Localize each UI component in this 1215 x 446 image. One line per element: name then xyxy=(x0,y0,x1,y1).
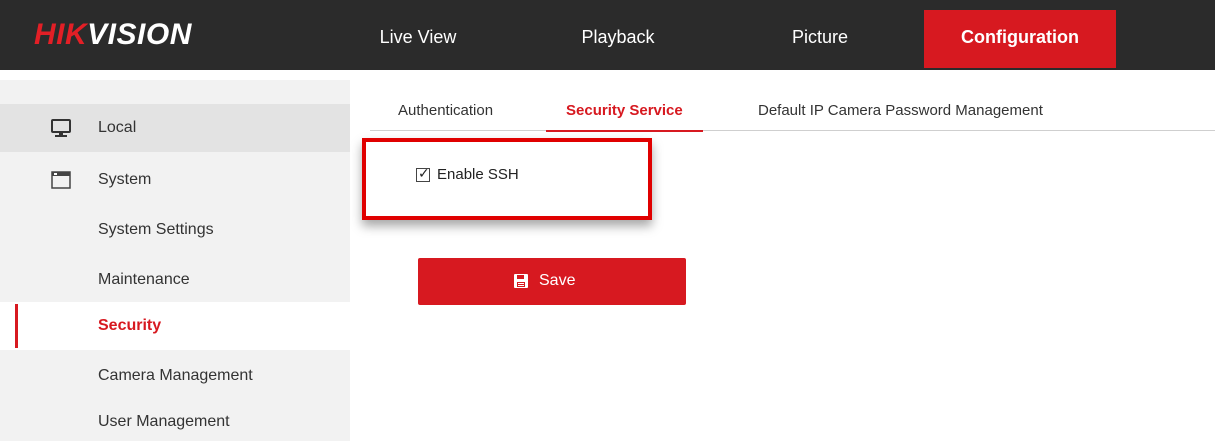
sidebar-item-system[interactable]: System xyxy=(0,156,350,204)
sidebar-item-label: Camera Management xyxy=(98,367,253,384)
enable-ssh-label: Enable SSH xyxy=(437,166,519,183)
tab-authentication[interactable]: Authentication xyxy=(398,96,493,130)
sidebar-item-label: Maintenance xyxy=(98,271,190,288)
save-button[interactable]: Save xyxy=(418,258,686,305)
active-indicator xyxy=(15,304,18,348)
window-icon xyxy=(51,171,71,189)
tab-security-service[interactable]: Security Service xyxy=(546,96,703,132)
floppy-disk-icon xyxy=(514,274,528,288)
sidebar-item-local[interactable]: Local xyxy=(0,104,350,152)
sidebar-item-label: Security xyxy=(98,317,162,334)
nav-configuration[interactable]: Configuration xyxy=(924,10,1116,68)
nav-live-view[interactable]: Live View xyxy=(358,10,478,68)
nav-playback[interactable]: Playback xyxy=(558,10,678,68)
sidebar: Local System System Settings Maintenance… xyxy=(0,80,350,441)
sidebar-item-label: System Settings xyxy=(98,221,214,238)
checkmark-icon: ✓ xyxy=(418,165,430,181)
nav-picture[interactable]: Picture xyxy=(760,10,880,68)
monitor-icon xyxy=(51,119,71,137)
sidebar-item-system-settings[interactable]: System Settings xyxy=(0,206,350,254)
sidebar-item-user-management[interactable]: User Management xyxy=(0,398,350,446)
top-navigation-bar: HIKVISION Live View Playback Picture Con… xyxy=(0,0,1215,70)
sidebar-item-label: Local xyxy=(98,119,137,136)
tab-default-ip-camera-password[interactable]: Default IP Camera Password Management xyxy=(758,96,1043,130)
sidebar-item-security[interactable]: Security xyxy=(0,302,350,350)
hikvision-logo: HIKVISION xyxy=(34,18,192,51)
tabs-divider xyxy=(370,130,1215,131)
sidebar-item-label: System xyxy=(98,171,152,188)
enable-ssh-checkbox[interactable]: ✓ xyxy=(416,165,430,182)
sidebar-item-maintenance[interactable]: Maintenance xyxy=(0,256,350,304)
sidebar-item-label: User Management xyxy=(98,413,230,430)
sidebar-item-camera-management[interactable]: Camera Management xyxy=(0,352,350,400)
save-button-label: Save xyxy=(539,272,576,289)
sub-tabs: Authentication Security Service Default … xyxy=(370,90,1215,132)
